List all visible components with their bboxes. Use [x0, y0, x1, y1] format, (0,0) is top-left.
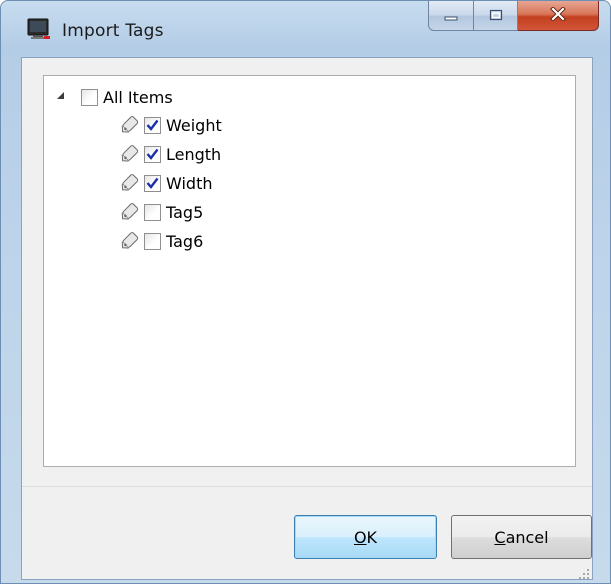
- button-bar-divider: [22, 486, 592, 487]
- tree-item-tag6[interactable]: Tag6: [119, 229, 203, 253]
- app-icon: [27, 17, 51, 41]
- tree-root-row[interactable]: All Items: [44, 85, 244, 109]
- checkbox-weight[interactable]: [144, 116, 161, 134]
- tags-tree[interactable]: All Items Weight Length Width Tag5 Tag6: [43, 75, 576, 467]
- tree-item-label: Width: [166, 173, 213, 193]
- maximize-icon: [489, 6, 503, 25]
- checkbox-length[interactable]: [144, 145, 161, 163]
- tree-item-label: Tag6: [166, 231, 204, 251]
- close-icon: [550, 6, 566, 25]
- tag-icon: [119, 114, 141, 136]
- title-bar[interactable]: Import Tags: [1, 1, 610, 57]
- checkbox-tag6[interactable]: [144, 232, 161, 250]
- tree-item-label: Tag5: [166, 202, 204, 222]
- caption-buttons: [428, 1, 599, 31]
- import-tags-dialog: Import Tags All Items Weight Length Widt…: [0, 0, 611, 584]
- tree-item-label: Length: [166, 144, 222, 164]
- minimize-button[interactable]: [428, 1, 474, 31]
- minimize-icon: [444, 6, 458, 25]
- tag-icon: [119, 172, 141, 194]
- resize-grip-icon[interactable]: [578, 565, 590, 579]
- checkbox-width[interactable]: [144, 174, 161, 192]
- ok-access-key: O: [353, 527, 367, 547]
- tag-icon: [119, 230, 141, 252]
- tree-item-tag5[interactable]: Tag5: [119, 200, 203, 224]
- expand-collapse-icon[interactable]: [56, 91, 66, 101]
- tree-root-label: All Items: [103, 88, 173, 107]
- tree-item-length[interactable]: Length: [119, 142, 221, 166]
- ok-button-label-rest: K: [366, 527, 378, 547]
- checkbox-tag5[interactable]: [144, 203, 161, 221]
- cancel-button[interactable]: Cancel: [451, 515, 592, 559]
- cancel-access-key: C: [494, 527, 506, 547]
- tag-icon: [119, 143, 141, 165]
- window-title: Import Tags: [62, 21, 164, 41]
- close-button[interactable]: [518, 1, 599, 31]
- tree-item-weight[interactable]: Weight: [119, 113, 222, 137]
- tag-icon: [119, 201, 141, 223]
- tree-item-label: Weight: [166, 115, 222, 135]
- ok-button[interactable]: OK: [294, 515, 437, 559]
- cancel-button-label-rest: ancel: [505, 527, 549, 547]
- checkbox-all-items[interactable]: [81, 89, 98, 106]
- dialog-client-area: All Items Weight Length Width Tag5 Tag6 …: [21, 57, 593, 580]
- maximize-button[interactable]: [474, 1, 518, 31]
- tree-item-width[interactable]: Width: [119, 171, 212, 195]
